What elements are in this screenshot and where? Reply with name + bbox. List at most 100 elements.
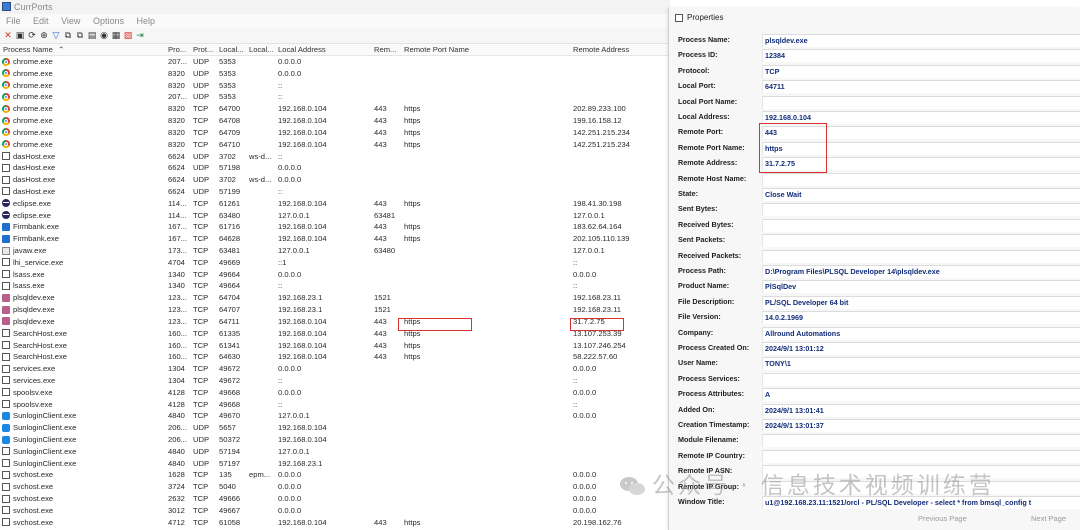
exit-icon[interactable]: ⇥ bbox=[135, 30, 145, 40]
property-value[interactable]: 2024/9/1 13:01:12 bbox=[762, 342, 1080, 355]
table-row[interactable]: Firmbank.exe 167... TCP 64628 192.168.0.104 4… bbox=[0, 233, 668, 245]
property-value[interactable] bbox=[762, 172, 1080, 186]
table-row[interactable]: dasHost.exe 6624 UDP 3702 ws-d... 0.0.0.0 bbox=[0, 174, 668, 186]
table-row[interactable]: chrome.exe 207... UDP 5353:: bbox=[0, 91, 668, 103]
property-value[interactable]: TCP bbox=[762, 64, 1080, 78]
property-value[interactable]: Allround Automations bbox=[762, 326, 1080, 340]
property-value[interactable]: Close Wait bbox=[762, 188, 1080, 201]
property-value[interactable] bbox=[762, 218, 1080, 232]
table-row[interactable]: svchost.exe 3012 TCP 49667 0.0.0.0 0.0.0.0 bbox=[0, 505, 668, 517]
table-row[interactable]: svchost.exe 1628 TCP 135 epm... 0.0.0.0 0.0.0.… bbox=[0, 469, 668, 481]
col-local-port[interactable]: Local... bbox=[219, 44, 247, 55]
property-value[interactable] bbox=[762, 234, 1080, 248]
table-row[interactable]: chrome.exe 8320 TCP 64700 192.168.0.104 443 ht… bbox=[0, 103, 668, 115]
table-row[interactable]: chrome.exe 207... UDP 5353 0.0.0.0 bbox=[0, 56, 668, 68]
col-local-address[interactable]: Local Address bbox=[278, 44, 372, 55]
table-row[interactable]: chrome.exe 8320 UDP 5353 0.0.0.0 bbox=[0, 68, 668, 80]
table-row[interactable]: services.exe 1304 TCP 49672:::: bbox=[0, 375, 668, 387]
save-icon[interactable]: ▣ bbox=[15, 30, 25, 40]
menu-edit[interactable]: Edit bbox=[33, 14, 49, 28]
table-row[interactable]: plsqldev.exe 123... TCP 64704 192.168.23.1 15… bbox=[0, 292, 668, 304]
table-row[interactable]: SunloginClient.exe 4840 TCP 49670 127.0.0.1 0… bbox=[0, 410, 668, 422]
filter-icon[interactable]: ▽ bbox=[51, 30, 61, 40]
options-icon[interactable]: ⊕ bbox=[39, 30, 49, 40]
table-row[interactable]: spoolsv.exe 4128 TCP 49668:::: bbox=[0, 399, 668, 411]
table-row[interactable]: SunloginClient.exe 206... UDP 5657 192.168.0… bbox=[0, 422, 668, 434]
menu-help[interactable]: Help bbox=[136, 14, 155, 28]
html-report-icon[interactable]: ▧ bbox=[123, 30, 133, 40]
table-row[interactable]: chrome.exe 8320 TCP 64708 192.168.0.104 443 ht… bbox=[0, 115, 668, 127]
previous-page-button[interactable]: Previous Page bbox=[918, 514, 967, 523]
close-connection-icon[interactable]: ✕ bbox=[3, 30, 13, 40]
property-value[interactable]: 2024/9/1 13:01:37 bbox=[762, 419, 1080, 432]
table-row[interactable]: Firmbank.exe 167... TCP 61716 192.168.0.104 4… bbox=[0, 221, 668, 233]
table-row[interactable]: javaw.exe 173... TCP 63481 127.0.0.1 63480 127… bbox=[0, 245, 668, 257]
table-row[interactable]: SunloginClient.exe 4840 UDP 57194 127.0.0.1 bbox=[0, 446, 668, 458]
table-row[interactable]: eclipse.exe 114... TCP 63480 127.0.0.1 63481 1… bbox=[0, 210, 668, 222]
menu-file[interactable]: File bbox=[6, 14, 21, 28]
cell-local-port: 49668 bbox=[219, 399, 241, 409]
table-row[interactable]: dasHost.exe 6624 UDP 3702 ws-d...:: bbox=[0, 151, 668, 163]
menu-options[interactable]: Options bbox=[93, 14, 124, 28]
table-row[interactable]: lhi_service.exe 4704 TCP 49669::1:: bbox=[0, 257, 668, 269]
cell-process-id: 6624 bbox=[168, 175, 185, 185]
property-value[interactable] bbox=[762, 434, 1080, 448]
sort-arrow-icon: ⌃ bbox=[58, 45, 65, 54]
table-row[interactable]: chrome.exe 8320 TCP 64710 192.168.0.104 443 ht… bbox=[0, 139, 668, 151]
table-row[interactable]: lsass.exe 1340 TCP 49664:::: bbox=[0, 280, 668, 292]
table-row[interactable]: plsqldev.exe 123... TCP 64707 192.168.23.1 15… bbox=[0, 304, 668, 316]
property-value[interactable]: PL/SQL Developer 64 bit bbox=[762, 295, 1080, 309]
property-value[interactable] bbox=[762, 449, 1080, 463]
table-row[interactable]: eclipse.exe 114... TCP 61261 192.168.0.104 44… bbox=[0, 198, 668, 210]
property-label: Sent Bytes: bbox=[678, 204, 718, 214]
table-row[interactable]: chrome.exe 8320 TCP 64709 192.168.0.104 443 ht… bbox=[0, 127, 668, 139]
property-value[interactable]: 2024/9/1 13:01:41 bbox=[762, 403, 1080, 417]
refresh-icon[interactable]: ⟳ bbox=[27, 30, 37, 40]
col-protocol[interactable]: Prot... bbox=[193, 44, 215, 55]
select-icon[interactable]: ▤ bbox=[87, 30, 97, 40]
property-value[interactable]: 64711 bbox=[762, 80, 1080, 94]
property-value[interactable]: A bbox=[762, 388, 1080, 402]
table-row[interactable]: SearchHost.exe 160... TCP 64630 192.168.0.10… bbox=[0, 351, 668, 363]
property-value[interactable] bbox=[762, 372, 1080, 386]
table-row[interactable]: SearchHost.exe 160... TCP 61335 192.168.0.10… bbox=[0, 328, 668, 340]
property-value[interactable]: D:\Program Files\PLSQL Developer 14\plsq… bbox=[762, 265, 1080, 278]
table-row[interactable]: svchost.exe 4712 TCP 61058 192.168.0.104 443 h… bbox=[0, 517, 668, 529]
cell-local-address: :: bbox=[278, 80, 283, 90]
col-remote-port[interactable]: Rem... bbox=[374, 44, 402, 55]
copy-all-icon[interactable]: ⧉ bbox=[75, 30, 85, 40]
generic-process-icon bbox=[2, 400, 10, 409]
table-row[interactable]: SunloginClient.exe 4840 UDP 57197 192.168.23… bbox=[0, 458, 668, 470]
table-row[interactable]: svchost.exe 2632 TCP 49666 0.0.0.0 0.0.0.0 bbox=[0, 493, 668, 505]
property-value[interactable] bbox=[762, 249, 1080, 263]
property-value[interactable]: 14.0.2.1969 bbox=[762, 311, 1080, 325]
table-row[interactable]: services.exe 1304 TCP 49672 0.0.0.0 0.0.0.0 bbox=[0, 363, 668, 375]
table-row[interactable]: SunloginClient.exe 206... UDP 50372 192.168.… bbox=[0, 434, 668, 446]
property-value[interactable] bbox=[762, 95, 1080, 109]
table-row[interactable]: dasHost.exe 6624 UDP 57199:: bbox=[0, 186, 668, 198]
col-remote-address[interactable]: Remote Address bbox=[573, 44, 668, 55]
col-process-id[interactable]: Pro... bbox=[168, 44, 190, 55]
search-icon[interactable]: ◉ bbox=[99, 30, 109, 40]
property-value[interactable]: plsqldev.exe bbox=[762, 34, 1080, 47]
property-value[interactable]: 12384 bbox=[762, 49, 1080, 63]
property-value[interactable]: TONY\1 bbox=[762, 357, 1080, 371]
table-row[interactable]: SearchHost.exe 160... TCP 61341 192.168.0.10… bbox=[0, 340, 668, 352]
cell-remote-port-name: https bbox=[404, 104, 421, 114]
next-page-button[interactable]: Next Page bbox=[1031, 514, 1066, 523]
property-value[interactable]: PlSqlDev bbox=[762, 280, 1080, 294]
table-row[interactable]: svchost.exe 3724 TCP 5040 0.0.0.0 0.0.0.0 bbox=[0, 481, 668, 493]
col-remote-port-name[interactable]: Remote Port Name bbox=[404, 44, 570, 55]
table-row[interactable]: spoolsv.exe 4128 TCP 49668 0.0.0.0 0.0.0.0 bbox=[0, 387, 668, 399]
col-process-name[interactable]: Process Name bbox=[3, 44, 153, 55]
copy-icon[interactable]: ⧉ bbox=[63, 30, 73, 40]
cell-remote-port: 443 bbox=[374, 127, 387, 137]
report-icon[interactable]: ▦ bbox=[111, 30, 121, 40]
table-row[interactable]: lsass.exe 1340 TCP 49664 0.0.0.0 0.0.0.0 bbox=[0, 269, 668, 281]
table-row[interactable]: dasHost.exe 6624 UDP 57198 0.0.0.0 bbox=[0, 162, 668, 174]
property-value[interactable] bbox=[762, 203, 1080, 217]
table-row[interactable]: chrome.exe 8320 UDP 5353:: bbox=[0, 80, 668, 92]
col-local-port-name[interactable]: Local... bbox=[249, 44, 275, 55]
table-row[interactable]: plsqldev.exe 123... TCP 64711 192.168.0.104 4… bbox=[0, 316, 668, 328]
menu-view[interactable]: View bbox=[61, 14, 80, 28]
